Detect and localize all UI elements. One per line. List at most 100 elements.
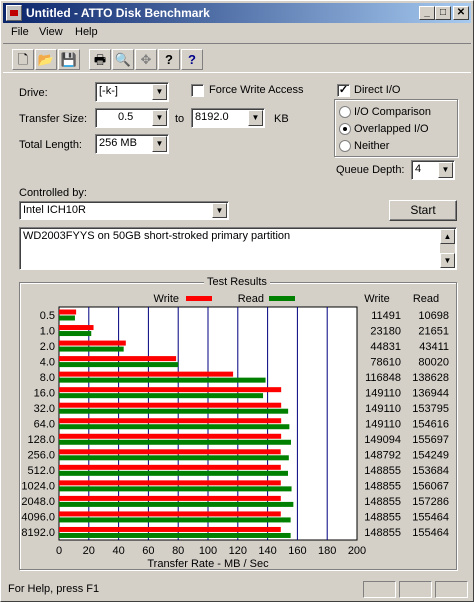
y-tick-label: 256.0: [27, 450, 55, 462]
read-value: 156067: [412, 481, 449, 493]
read-bar: [59, 362, 179, 368]
read-value: 154249: [412, 450, 449, 462]
read-value: 138628: [412, 372, 449, 384]
context-help-icon[interactable]: ?: [181, 49, 203, 70]
read-value: 155697: [412, 434, 449, 446]
menu-bar: File View Help: [3, 24, 471, 42]
force-write-label: Force Write Access: [209, 84, 304, 96]
open-icon[interactable]: 📂: [35, 49, 57, 70]
print-preview-icon[interactable]: 🔍: [112, 49, 134, 70]
write-bar: [59, 449, 281, 455]
io-comparison-radio[interactable]: [339, 106, 351, 118]
maximize-button[interactable]: □: [435, 6, 451, 20]
x-tick-label: 120: [229, 545, 247, 557]
read-bar: [59, 532, 291, 538]
read-bar: [59, 439, 291, 445]
queue-depth-label: Queue Depth:: [336, 164, 405, 176]
title-bar[interactable]: Untitled - ATTO Disk Benchmark _ □ ✕: [3, 3, 471, 23]
x-tick-label: 160: [288, 545, 306, 557]
neither-radio[interactable]: [339, 140, 351, 152]
read-value: 154616: [412, 419, 449, 431]
start-button[interactable]: Start: [389, 200, 457, 221]
close-button[interactable]: ✕: [453, 6, 469, 20]
queue-depth-value: 4: [415, 163, 422, 175]
x-tick-label: 40: [112, 545, 124, 557]
drive-select[interactable]: [-k-] ▼: [95, 82, 169, 102]
drive-label: Drive:: [19, 87, 48, 99]
y-tick-label: 4.0: [40, 356, 55, 368]
legend-write-label: Write: [154, 293, 179, 305]
menu-view[interactable]: View: [39, 26, 63, 38]
read-value: 157286: [412, 496, 449, 508]
chevron-down-icon[interactable]: ▼: [212, 203, 227, 218]
save-icon[interactable]: 💾: [58, 49, 80, 70]
overlapped-io-label: Overlapped I/O: [354, 123, 429, 135]
chevron-down-icon[interactable]: ▼: [152, 84, 167, 100]
y-tick-label: 1.0: [40, 325, 55, 337]
print-icon[interactable]: 🖶: [89, 49, 111, 70]
chevron-down-icon[interactable]: ▼: [438, 162, 453, 178]
write-bar: [59, 495, 281, 501]
write-value: 148855: [364, 465, 401, 477]
write-bar: [59, 371, 234, 377]
x-tick-label: 180: [318, 545, 336, 557]
overlapped-io-radio[interactable]: [339, 123, 351, 135]
description-textarea[interactable]: WD2003FYYS on 50GB short-stroked primary…: [19, 227, 457, 270]
write-value: 149110: [365, 387, 401, 399]
y-tick-label: 32.0: [34, 403, 55, 415]
y-tick-label: 16.0: [34, 387, 55, 399]
transfer-from-select[interactable]: 0.5 ▼: [95, 108, 169, 128]
write-bar: [59, 356, 177, 362]
total-length-label: Total Length:: [19, 139, 82, 151]
read-bar: [59, 393, 264, 399]
write-bar: [59, 402, 282, 408]
y-tick-label: 2048.0: [21, 496, 55, 508]
chevron-down-icon[interactable]: ▼: [152, 136, 167, 152]
force-write-checkbox[interactable]: [191, 84, 204, 97]
chevron-down-icon[interactable]: ▼: [248, 110, 263, 126]
write-value: 149094: [364, 434, 401, 446]
results-chart: Write Read Write Read 0 20 40 60 80 100 120 140 160 1…: [21, 293, 449, 568]
scroll-up-icon[interactable]: ▲: [440, 229, 455, 244]
legend-read-swatch: [269, 296, 295, 301]
x-tick-label: 140: [258, 545, 276, 557]
window-title: Untitled - ATTO Disk Benchmark: [26, 6, 210, 20]
read-column-header: Read: [413, 293, 439, 305]
transfer-to-select[interactable]: 8192.0 ▼: [191, 108, 265, 128]
neither-label: Neither: [354, 140, 390, 152]
app-icon[interactable]: [6, 5, 22, 21]
write-bar: [59, 433, 282, 439]
write-value: 148855: [364, 512, 401, 524]
write-value: 148792: [364, 450, 401, 462]
new-icon[interactable]: 🗋: [12, 49, 34, 70]
menu-help[interactable]: Help: [75, 26, 98, 38]
queue-depth-select[interactable]: 4 ▼: [411, 160, 455, 180]
y-tick-label: 8192.0: [21, 527, 55, 539]
minimize-button[interactable]: _: [419, 6, 435, 20]
controller-select[interactable]: Intel ICH10R ▼: [19, 201, 229, 220]
chevron-down-icon[interactable]: ▼: [152, 110, 167, 126]
write-bar: [59, 309, 77, 315]
help-icon[interactable]: ?: [158, 49, 180, 70]
app-window: Untitled - ATTO Disk Benchmark _ □ ✕ Fil…: [0, 0, 474, 602]
read-bar: [59, 455, 289, 461]
io-comparison-label: I/O Comparison: [354, 106, 432, 118]
y-tick-label: 128.0: [27, 434, 55, 446]
menu-file[interactable]: File: [11, 26, 29, 38]
write-value: 116848: [365, 372, 401, 384]
write-bar: [59, 526, 281, 532]
scroll-down-icon[interactable]: ▼: [440, 253, 455, 268]
read-bar: [59, 501, 294, 507]
y-tick-label: 4096.0: [21, 512, 55, 524]
total-length-select[interactable]: 256 MB ▼: [95, 134, 169, 154]
status-panel: [399, 581, 432, 598]
description-scrollbar[interactable]: ▲ ▼: [440, 229, 455, 268]
read-value: 155464: [412, 527, 449, 539]
read-bar: [59, 424, 290, 430]
x-tick-label: 0: [56, 545, 62, 557]
direct-io-checkbox[interactable]: ✓: [337, 84, 350, 97]
read-bar: [59, 470, 288, 476]
controller-value: Intel ICH10R: [23, 204, 86, 216]
move-icon[interactable]: ✥: [135, 49, 157, 70]
read-value: 155464: [412, 512, 449, 524]
